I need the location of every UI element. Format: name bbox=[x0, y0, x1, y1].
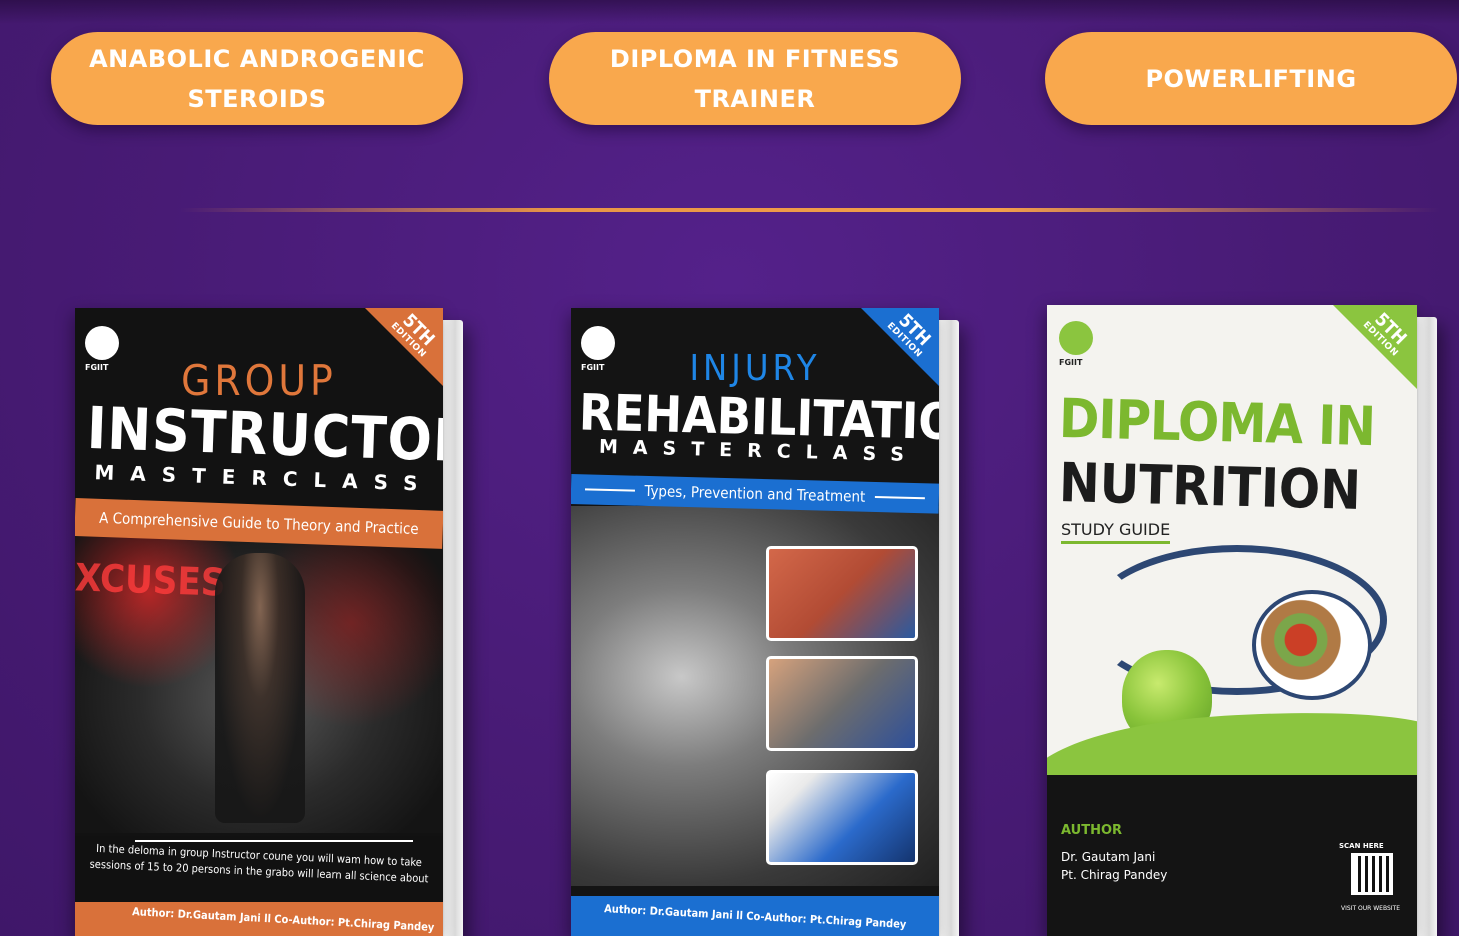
category-label-line1: ANABOLIC ANDROGENIC bbox=[89, 44, 425, 73]
book-author-2: Pt. Chirag Pandey bbox=[1061, 868, 1168, 882]
category-label-line1: DIPLOMA IN FITNESS bbox=[609, 44, 901, 73]
category-label-line1: POWERLIFTING bbox=[1145, 64, 1357, 93]
book-author-heading: AUTHOR bbox=[1061, 823, 1123, 838]
category-label-line2: STEROIDS bbox=[187, 84, 327, 113]
book-authors-band: Author: Dr.Gautam Jani ll Co-Author: Pt.… bbox=[571, 896, 939, 936]
book-subtitle: STUDY GUIDE bbox=[1061, 520, 1171, 544]
section-divider bbox=[180, 208, 1440, 212]
category-label-line2: TRAINER bbox=[694, 84, 816, 113]
book-cover: XCUSES FGIIT 5TH EDITION GROUP INSTRUCTO… bbox=[75, 308, 443, 936]
book-cover: FGIIT 5TH EDITION INJURY REHABILITATION … bbox=[571, 308, 939, 936]
cover-photo-athlete bbox=[215, 553, 305, 823]
cover-heart-bowl-illustration bbox=[1252, 590, 1372, 700]
book-author-1: Dr. Gautam Jani bbox=[1061, 850, 1156, 864]
book-title-line2: NUTRITION bbox=[1058, 451, 1362, 522]
scan-here-label: SCAN HERE bbox=[1339, 842, 1384, 850]
book-authors: Author: Dr.Gautam Jani ll Co-Author: Pt.… bbox=[603, 901, 907, 931]
cover-photo-neon-text: XCUSES bbox=[75, 555, 227, 605]
visit-website-label: VISIT OUR WEBSITE bbox=[1341, 905, 1400, 912]
category-button-diploma-fitness-trainer[interactable]: DIPLOMA IN FITNESS TRAINER bbox=[549, 32, 961, 125]
fgiit-logo-icon: FGIIT bbox=[1059, 321, 1099, 369]
book-authors: Author: Dr.Gautam Jani ll Co-Author: Pt.… bbox=[132, 904, 436, 934]
cover-inset-photo-football bbox=[766, 770, 918, 865]
cover-inset-photo-cpr bbox=[766, 656, 918, 751]
top-shadow bbox=[0, 0, 1459, 24]
cover-inset-photo-track bbox=[766, 546, 918, 641]
book-authors-band: Author: Dr.Gautam Jani ll Co-Author: Pt.… bbox=[75, 902, 443, 936]
book-diploma-in-nutrition[interactable]: FGIIT 5TH EDITION DIPLOMA IN NUTRITION S… bbox=[1047, 305, 1437, 936]
book-injury-rehabilitation-masterclass[interactable]: FGIIT 5TH EDITION INJURY REHABILITATION … bbox=[571, 308, 959, 936]
book-author-names: Dr. Gautam Jani Pt. Chirag Pandey bbox=[1061, 848, 1167, 884]
book-description: In the deloma in group Instructor coune … bbox=[75, 836, 443, 908]
book-title-line1: DIPLOMA IN bbox=[1058, 386, 1376, 459]
book-cover: FGIIT 5TH EDITION DIPLOMA IN NUTRITION S… bbox=[1047, 305, 1417, 936]
qr-code-icon bbox=[1351, 853, 1393, 895]
category-button-powerlifting[interactable]: POWERLIFTING bbox=[1045, 32, 1457, 125]
book-group-instructor-masterclass[interactable]: XCUSES FGIIT 5TH EDITION GROUP INSTRUCTO… bbox=[75, 308, 463, 936]
category-button-anabolic-steroids[interactable]: ANABOLIC ANDROGENIC STEROIDS bbox=[51, 32, 463, 125]
book-title-top: INJURY bbox=[689, 348, 821, 389]
